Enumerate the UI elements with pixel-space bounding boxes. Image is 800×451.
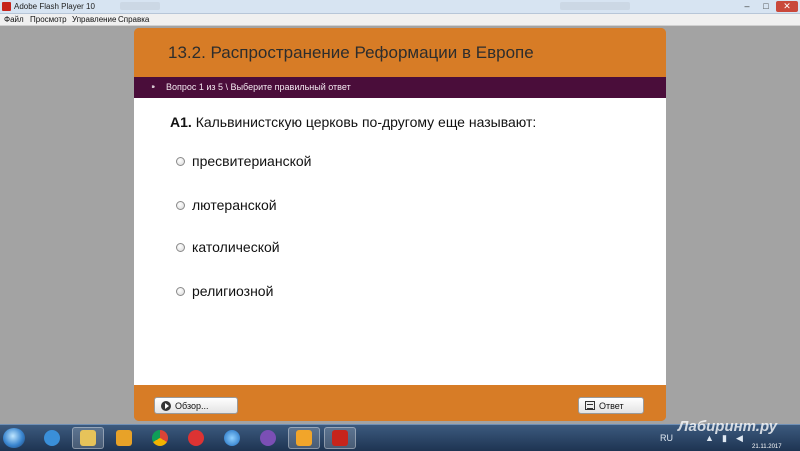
browse-button[interactable]: Обзор... — [154, 397, 238, 414]
radio-button[interactable] — [176, 242, 185, 252]
quiz-header: 13.2. Распространение Реформации в Европ… — [134, 28, 666, 77]
option-label: лютеранской — [192, 197, 277, 213]
ie-icon[interactable] — [36, 427, 68, 449]
radio-button[interactable] — [176, 200, 185, 210]
question-number: А1. — [170, 114, 192, 130]
answer-option[interactable]: католической — [176, 238, 280, 256]
menu-view[interactable]: Просмотр — [30, 14, 67, 25]
option-label: католической — [192, 239, 280, 255]
keyboard-layout-icon[interactable]: RU — [660, 433, 673, 443]
clock-date[interactable]: 21.11.2017 — [752, 444, 782, 450]
quiz-panel: 13.2. Распространение Реформации в Европ… — [134, 28, 666, 421]
background-blur — [120, 2, 160, 10]
alarm-app-icon[interactable] — [180, 427, 212, 449]
radio-button[interactable] — [176, 156, 185, 166]
close-button[interactable]: ✕ — [776, 1, 798, 12]
menu-file[interactable]: Файл — [4, 14, 24, 25]
quiz-title: 13.2. Распространение Реформации в Европ… — [168, 43, 534, 62]
answer-button[interactable]: Ответ — [578, 397, 644, 414]
answer-option[interactable]: пресвитерианской — [176, 152, 311, 170]
window-title: Adobe Flash Player 10 — [14, 2, 95, 11]
menu-help[interactable]: Справка — [118, 14, 149, 25]
checkbox-app-icon[interactable] — [288, 427, 320, 449]
menu-control[interactable]: Управление — [72, 14, 116, 25]
chrome-icon[interactable] — [144, 427, 176, 449]
question-text: Кальвинистскую церковь по-другому еще на… — [195, 114, 537, 130]
question: А1. Кальвинистскую церковь по-другому ещ… — [170, 114, 536, 130]
option-label: пресвитерианской — [192, 153, 312, 169]
option-label: религиозной — [192, 283, 274, 299]
quiz-footer: Обзор... Ответ — [134, 385, 666, 421]
browse-button-label: Обзор... — [175, 401, 209, 411]
answer-icon — [585, 401, 595, 410]
progress-bar: ⁍ Вопрос 1 из 5 \ Выберите правильный от… — [134, 77, 666, 98]
minimize-button[interactable]: – — [738, 1, 756, 12]
watermark: Лабиринт.ру — [678, 418, 778, 435]
start-orb-icon[interactable] — [3, 428, 25, 448]
window-title-bar: Adobe Flash Player 10 – □ ✕ — [0, 0, 800, 14]
answer-option[interactable]: религиозной — [176, 282, 273, 300]
radio-button[interactable] — [176, 286, 185, 296]
flash-icon[interactable] — [324, 427, 356, 449]
media-player-icon[interactable] — [108, 427, 140, 449]
answer-option[interactable]: лютеранской — [176, 196, 277, 214]
explorer-icon[interactable] — [72, 427, 104, 449]
maximize-button[interactable]: □ — [757, 1, 775, 12]
answer-button-label: Ответ — [599, 401, 624, 411]
arrow-icon: ⁍ — [151, 82, 156, 92]
background-blur — [560, 2, 630, 10]
menu-bar: Файл Просмотр Управление Справка — [0, 14, 800, 26]
progress-text: Вопрос 1 из 5 \ Выберите правильный отве… — [166, 82, 351, 92]
viber-icon[interactable] — [252, 427, 284, 449]
globe-icon[interactable] — [216, 427, 248, 449]
flash-app-icon — [2, 2, 11, 11]
play-icon — [161, 401, 171, 411]
question-area: А1. Кальвинистскую церковь по-другому ещ… — [134, 98, 666, 385]
